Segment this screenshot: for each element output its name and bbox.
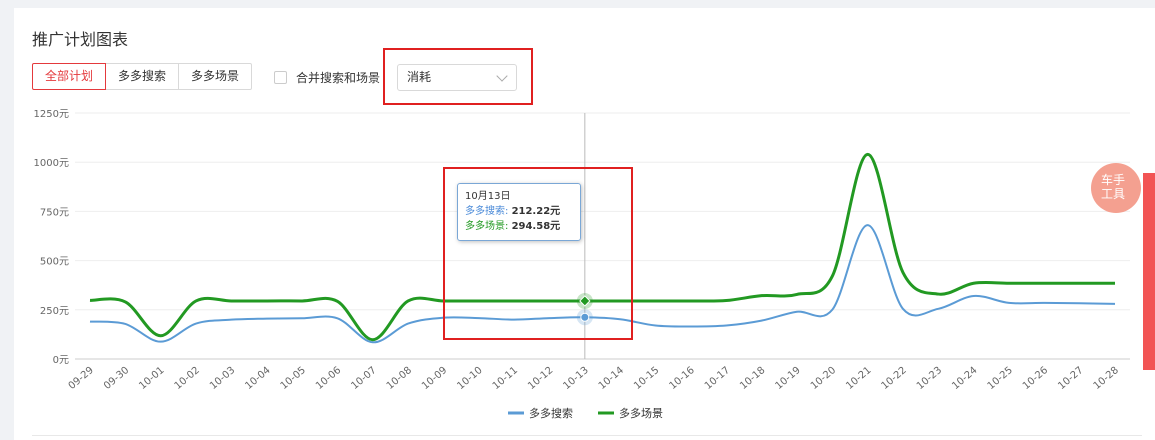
- tooltip-search-label: 多多搜索: [465, 206, 505, 217]
- hover-point-search: [580, 312, 590, 322]
- driver-tool-button[interactable]: 车手 工具: [1091, 163, 1141, 213]
- tooltip-scene-label: 多多场景: [465, 221, 505, 232]
- series-line-scene: [89, 152, 1115, 342]
- x-tick-label: 10-20: [809, 365, 838, 392]
- x-tick-label: 10-19: [773, 365, 802, 392]
- legend-label: 多多搜索: [529, 406, 573, 420]
- x-tick-label: 10-24: [950, 365, 979, 392]
- tooltip-date: 10月13日: [465, 191, 511, 202]
- x-tick-label: 10-04: [243, 365, 272, 392]
- x-tick-label: 10-11: [491, 365, 520, 392]
- driver-tool-line2: 工具: [1100, 187, 1125, 201]
- x-tick-label: 10-28: [1092, 365, 1121, 392]
- x-tick-label: 10-14: [597, 365, 626, 392]
- x-tick-label: 09-30: [102, 365, 131, 392]
- x-tick-label: 10-12: [526, 365, 555, 392]
- chart-tooltip: 10月13日 多多搜索: 212.22元 多多场景: 294.58元: [457, 183, 581, 241]
- x-tick-label: 10-08: [385, 365, 414, 392]
- legend-label: 多多场景: [619, 406, 663, 420]
- x-tick-label: 10-26: [1021, 365, 1050, 392]
- y-tick-label: 1000元: [34, 158, 69, 169]
- x-tick-label: 10-07: [349, 365, 378, 392]
- series-line-search: [89, 224, 1116, 344]
- side-toolbar[interactable]: [1143, 173, 1155, 370]
- x-tick-label: 09-29: [67, 365, 96, 392]
- x-tick-label: 10-23: [915, 365, 944, 392]
- x-tick-label: 10-03: [208, 365, 237, 392]
- x-tick-label: 10-17: [703, 365, 732, 392]
- x-tick-label: 10-15: [632, 365, 661, 392]
- driver-tool-line1: 车手: [1100, 173, 1125, 187]
- y-tick-label: 1250元: [34, 109, 69, 120]
- x-tick-label: 10-01: [137, 365, 166, 392]
- x-tick-label: 10-10: [455, 365, 484, 392]
- y-tick-label: 750元: [40, 207, 69, 218]
- y-tick-label: 250元: [40, 306, 69, 317]
- y-tick-label: 500元: [40, 257, 69, 268]
- x-tick-label: 10-02: [173, 365, 202, 392]
- x-tick-label: 10-25: [986, 365, 1015, 392]
- x-tick-label: 10-16: [667, 365, 696, 392]
- all-plans-button[interactable]: 全部计划: [32, 63, 107, 90]
- y-tick-label: 0元: [53, 355, 69, 366]
- tooltip-scene-value: 294.58元: [511, 221, 561, 232]
- tooltip-search-value: 212.22元: [511, 206, 561, 217]
- x-tick-label: 10-22: [880, 365, 909, 392]
- x-tick-label: 10-27: [1056, 365, 1085, 392]
- x-tick-label: 10-21: [844, 365, 873, 392]
- x-tick-label: 10-18: [738, 365, 767, 392]
- x-tick-label: 10-09: [420, 365, 449, 392]
- x-tick-label: 10-06: [314, 365, 343, 392]
- x-tick-label: 10-05: [279, 365, 308, 392]
- x-tick-label: 10-13: [561, 365, 590, 392]
